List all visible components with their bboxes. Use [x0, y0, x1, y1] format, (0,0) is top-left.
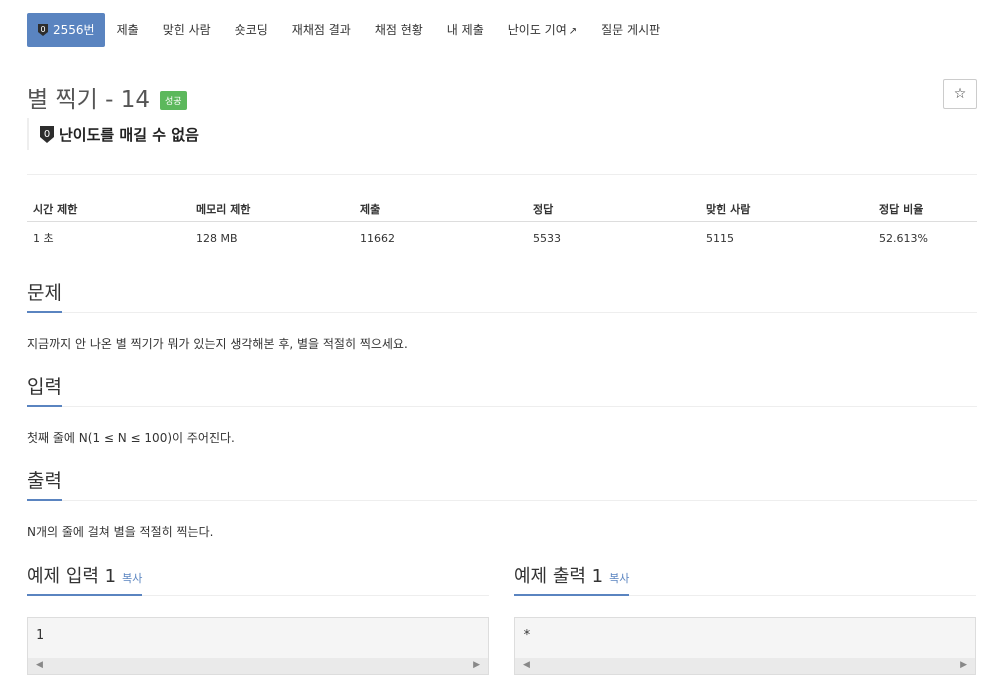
description-title: 문제 [27, 278, 62, 313]
tier-shield-icon: 0 [40, 125, 54, 143]
tab-difficulty-label: 난이도 기여 [507, 23, 567, 37]
tier-info: 0 난이도를 매길 수 없음 [27, 118, 199, 150]
value-accept-ratio: 52.613% [879, 231, 928, 245]
table-header-row: 시간 제한 메모리 제한 제출 정답 맞힌 사람 정답 비율 [27, 197, 977, 222]
tab-difficulty-contrib[interactable]: 난이도 기여 ↗ [496, 13, 589, 47]
description-text: 지금까지 안 나온 별 찍기가 뭐가 있는지 생각해본 후, 별을 적절히 찍으… [27, 337, 408, 351]
copy-sample-input-button[interactable]: 복사 [122, 572, 142, 585]
header-time-limit: 시간 제한 [27, 197, 190, 222]
divider [27, 500, 977, 501]
tab-qna-board[interactable]: 질문 게시판 [589, 13, 672, 47]
tab-problem-label: 2556번 [53, 23, 95, 37]
tier-number: 0 [44, 129, 50, 140]
divider [27, 312, 977, 313]
problem-header: 별 찍기 - 14 성공 [27, 80, 187, 114]
tab-submit[interactable]: 제출 [105, 13, 151, 47]
value-time-limit: 1 초 [33, 232, 54, 245]
value-accepted: 5533 [533, 231, 561, 245]
sample-input-header: 예제 입력 1 복사 [27, 562, 143, 596]
input-section: 입력 첫째 줄에 N(1 ≤ N ≤ 100)이 주어진다. [27, 372, 977, 446]
sample-input-content: 1 [36, 628, 44, 643]
horizontal-scrollbar[interactable]: ◀ ▶ [28, 658, 488, 674]
scroll-right-icon[interactable]: ▶ [960, 660, 967, 670]
tab-rejudge-results[interactable]: 재채점 결과 [280, 13, 363, 47]
tab-problem[interactable]: 0 2556번 [27, 13, 105, 47]
description-section: 문제 지금까지 안 나온 별 찍기가 뭐가 있는지 생각해본 후, 별을 적절히… [27, 278, 977, 352]
tab-short-coding[interactable]: 숏코딩 [223, 13, 280, 47]
tier-shield-icon: 0 [38, 24, 48, 36]
sample-output-title: 예제 출력 1 [514, 566, 604, 587]
header-solved-users: 맞힌 사람 [700, 197, 873, 222]
tab-solved-users[interactable]: 맞힌 사람 [151, 13, 223, 47]
status-badge: 성공 [159, 90, 187, 110]
sample-input-section: 예제 입력 1 복사 1 ◀ ▶ [27, 562, 489, 675]
sample-output-header: 예제 출력 1 복사 [514, 562, 630, 596]
tier-label: 난이도를 매길 수 없음 [59, 125, 199, 144]
output-text: N개의 줄에 걸쳐 별을 적절히 찍는다. [27, 525, 214, 539]
external-link-icon: ↗ [568, 26, 578, 37]
header-memory-limit: 메모리 제한 [190, 197, 354, 222]
output-title: 출력 [27, 466, 62, 501]
divider [27, 406, 977, 407]
favorite-button[interactable]: ☆ [943, 79, 977, 109]
input-title: 입력 [27, 372, 62, 407]
scroll-left-icon[interactable]: ◀ [36, 660, 43, 670]
output-section: 출력 N개의 줄에 걸쳐 별을 적절히 찍는다. [27, 466, 977, 540]
scroll-right-icon[interactable]: ▶ [473, 660, 480, 670]
copy-sample-output-button[interactable]: 복사 [609, 572, 629, 585]
horizontal-scrollbar[interactable]: ◀ ▶ [515, 658, 975, 674]
tab-status[interactable]: 채점 현황 [363, 13, 435, 47]
divider [27, 174, 977, 175]
header-accepted: 정답 [527, 197, 700, 222]
sample-output-content: * [523, 628, 531, 643]
input-text: 첫째 줄에 N(1 ≤ N ≤ 100)이 주어진다. [27, 431, 235, 445]
sample-output-box[interactable]: * ◀ ▶ [514, 617, 976, 675]
value-solved-users: 5115 [706, 231, 734, 245]
tab-my-submissions[interactable]: 내 제출 [435, 13, 496, 47]
problem-title: 별 찍기 - 14 [27, 87, 150, 113]
sample-output-section: 예제 출력 1 복사 * ◀ ▶ [514, 562, 976, 675]
table-row: 1 초 128 MB 11662 5533 5115 52.613% [27, 222, 977, 255]
header-accept-ratio: 정답 비율 [873, 197, 977, 222]
svg-text:0: 0 [40, 25, 45, 34]
sample-input-title: 예제 입력 1 [27, 566, 117, 587]
scroll-left-icon[interactable]: ◀ [523, 660, 530, 670]
value-submissions: 11662 [360, 231, 395, 245]
star-icon: ☆ [953, 86, 967, 102]
value-memory-limit: 128 MB [196, 231, 238, 245]
problem-menu: 0 2556번 제출 맞힌 사람 숏코딩 재채점 결과 채점 현황 내 제출 난… [27, 13, 672, 47]
problem-info-table: 시간 제한 메모리 제한 제출 정답 맞힌 사람 정답 비율 1 초 128 M… [27, 197, 977, 254]
sample-input-box[interactable]: 1 ◀ ▶ [27, 617, 489, 675]
header-submissions: 제출 [354, 197, 527, 222]
